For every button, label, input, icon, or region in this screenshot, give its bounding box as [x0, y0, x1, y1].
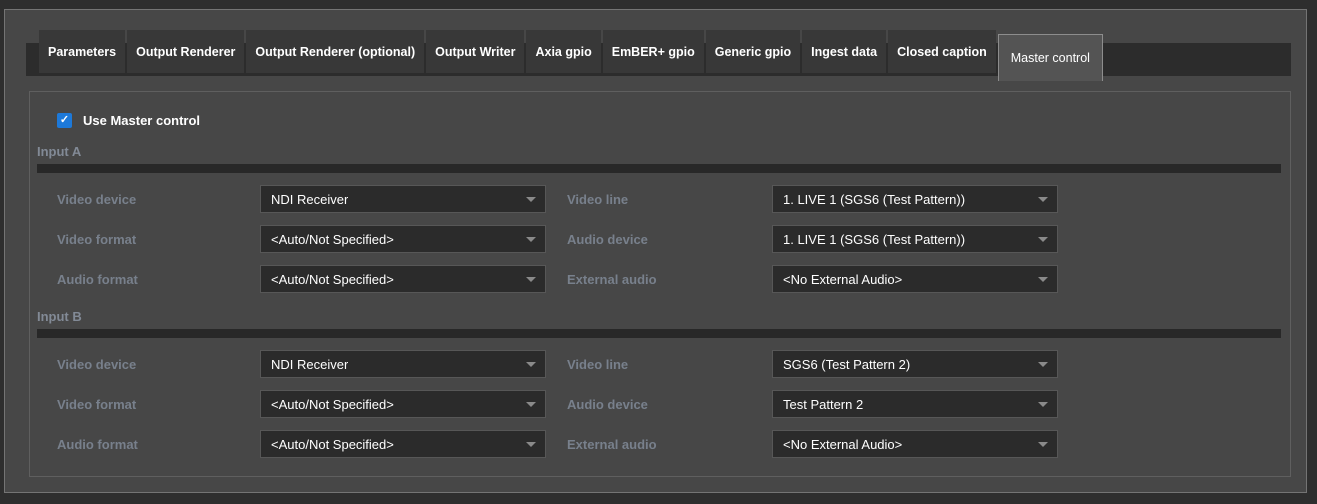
chevron-down-icon — [526, 402, 536, 407]
select-value: <Auto/Not Specified> — [271, 437, 394, 452]
input-b-video-format-select[interactable]: <Auto/Not Specified> — [260, 390, 546, 418]
input-a-audio-format-label: Audio format — [57, 272, 260, 287]
form-row: Video format <Auto/Not Specified> Audio … — [57, 225, 1290, 253]
form-row: Audio format <Auto/Not Specified> Extern… — [57, 265, 1290, 293]
input-b-video-line-select[interactable]: SGS6 (Test Pattern 2) — [772, 350, 1058, 378]
input-a-external-audio-label: External audio — [567, 272, 772, 287]
input-b-audio-device-label: Audio device — [567, 397, 772, 412]
input-b-audio-format-select[interactable]: <Auto/Not Specified> — [260, 430, 546, 458]
form-row: Audio format <Auto/Not Specified> Extern… — [57, 430, 1290, 458]
select-value: <No External Audio> — [783, 437, 902, 452]
input-b-audio-format-label: Audio format — [57, 437, 260, 452]
tab-ingest-data[interactable]: Ingest data — [802, 30, 886, 73]
select-value: <Auto/Not Specified> — [271, 232, 394, 247]
tab-output-renderer-optional[interactable]: Output Renderer (optional) — [246, 30, 424, 73]
tab-axia-gpio[interactable]: Axia gpio — [526, 30, 600, 73]
chevron-down-icon — [526, 197, 536, 202]
section-divider-input-a — [37, 164, 1281, 173]
section-title-input-b: Input B — [37, 309, 1290, 324]
input-a-video-line-select[interactable]: 1. LIVE 1 (SGS6 (Test Pattern)) — [772, 185, 1058, 213]
tab-generic-gpio[interactable]: Generic gpio — [706, 30, 800, 73]
select-value: <Auto/Not Specified> — [271, 397, 394, 412]
use-master-control-checkbox[interactable]: ✓ — [57, 113, 72, 128]
chevron-down-icon — [1038, 277, 1048, 282]
settings-window: Parameters Output Renderer Output Render… — [4, 9, 1307, 493]
tab-bar: Parameters Output Renderer Output Render… — [39, 30, 1105, 81]
tab-output-writer[interactable]: Output Writer — [426, 30, 524, 73]
input-a-video-device-label: Video device — [57, 192, 260, 207]
tab-master-control[interactable]: Master control — [998, 34, 1103, 81]
chevron-down-icon — [526, 442, 536, 447]
input-a-video-device-select[interactable]: NDI Receiver — [260, 185, 546, 213]
input-b-external-audio-label: External audio — [567, 437, 772, 452]
input-a-external-audio-select[interactable]: <No External Audio> — [772, 265, 1058, 293]
chevron-down-icon — [1038, 197, 1048, 202]
tab-ember-gpio[interactable]: EmBER+ gpio — [603, 30, 704, 73]
tab-closed-caption[interactable]: Closed caption — [888, 30, 996, 73]
input-b-video-device-select[interactable]: NDI Receiver — [260, 350, 546, 378]
select-value: NDI Receiver — [271, 192, 348, 207]
select-value: 1. LIVE 1 (SGS6 (Test Pattern)) — [783, 232, 965, 247]
use-master-control-label: Use Master control — [83, 113, 200, 128]
chevron-down-icon — [1038, 402, 1048, 407]
select-value: SGS6 (Test Pattern 2) — [783, 357, 910, 372]
input-b-audio-device-select[interactable]: Test Pattern 2 — [772, 390, 1058, 418]
select-value: <Auto/Not Specified> — [271, 272, 394, 287]
master-control-panel: ✓ Use Master control Input A Video devic… — [29, 91, 1291, 477]
chevron-down-icon — [1038, 362, 1048, 367]
chevron-down-icon — [526, 362, 536, 367]
chevron-down-icon — [526, 277, 536, 282]
use-master-control-row: ✓ Use Master control — [57, 113, 1290, 128]
section-divider-input-b — [37, 329, 1281, 338]
input-a-video-format-label: Video format — [57, 232, 260, 247]
input-a-audio-device-label: Audio device — [567, 232, 772, 247]
input-a-audio-format-select[interactable]: <Auto/Not Specified> — [260, 265, 546, 293]
form-row: Video device NDI Receiver Video line 1. … — [57, 185, 1290, 213]
chevron-down-icon — [1038, 442, 1048, 447]
tab-output-renderer[interactable]: Output Renderer — [127, 30, 244, 73]
chevron-down-icon — [526, 237, 536, 242]
select-value: NDI Receiver — [271, 357, 348, 372]
chevron-down-icon — [1038, 237, 1048, 242]
input-b-video-line-label: Video line — [567, 357, 772, 372]
select-value: <No External Audio> — [783, 272, 902, 287]
form-row: Video format <Auto/Not Specified> Audio … — [57, 390, 1290, 418]
input-a-video-line-label: Video line — [567, 192, 772, 207]
input-b-external-audio-select[interactable]: <No External Audio> — [772, 430, 1058, 458]
input-a-video-format-select[interactable]: <Auto/Not Specified> — [260, 225, 546, 253]
select-value: Test Pattern 2 — [783, 397, 863, 412]
input-a-audio-device-select[interactable]: 1. LIVE 1 (SGS6 (Test Pattern)) — [772, 225, 1058, 253]
form-row: Video device NDI Receiver Video line SGS… — [57, 350, 1290, 378]
select-value: 1. LIVE 1 (SGS6 (Test Pattern)) — [783, 192, 965, 207]
input-b-video-device-label: Video device — [57, 357, 260, 372]
input-b-video-format-label: Video format — [57, 397, 260, 412]
tab-parameters[interactable]: Parameters — [39, 30, 125, 73]
section-title-input-a: Input A — [37, 144, 1290, 159]
